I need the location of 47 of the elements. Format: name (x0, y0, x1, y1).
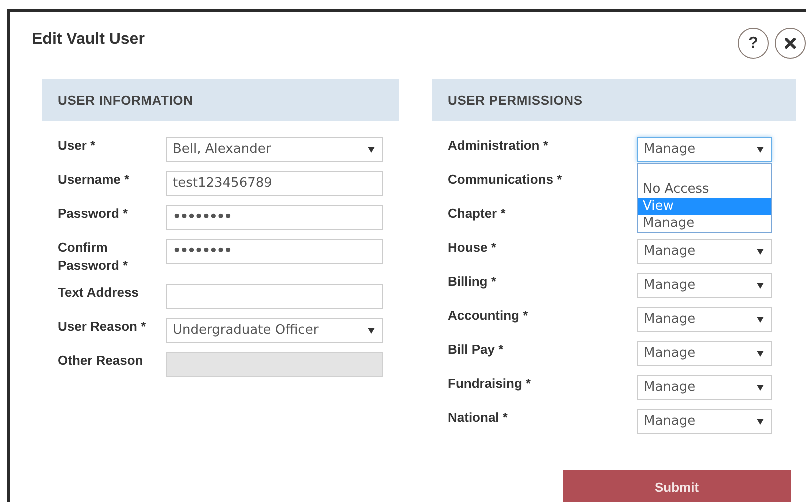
select-field[interactable]: Manage (637, 273, 772, 298)
caret-icon (368, 146, 375, 152)
field-label: Confirm Password * (58, 239, 130, 275)
permission-label: House * (448, 239, 498, 257)
caret-icon (368, 328, 375, 334)
caret-icon (757, 248, 764, 254)
permission-label: Accounting * (448, 307, 530, 325)
submit-button[interactable]: Submit (563, 470, 791, 502)
select-field[interactable]: Manage (637, 239, 772, 264)
select-field[interactable]: Manage (637, 307, 772, 332)
select-field[interactable]: Manage (637, 375, 772, 400)
permission-label: Administration * (448, 137, 550, 155)
field-label: User Reason * (58, 318, 148, 336)
help-button[interactable]: ? (738, 28, 769, 59)
dialog-title: Edit Vault User (32, 31, 145, 50)
permission-label: National * (448, 409, 509, 427)
permission-label: Communications * (448, 171, 564, 189)
dropdown-option[interactable]: No Access (638, 181, 771, 198)
field-label: Text Address (58, 284, 140, 302)
caret-icon (757, 146, 764, 152)
close-button[interactable] (775, 28, 806, 59)
field-label: Username * (58, 171, 131, 189)
field-label: Other Reason (58, 352, 144, 370)
select-field[interactable]: Bell, Alexander (166, 137, 383, 162)
field-label: Password * (58, 205, 130, 223)
select-field[interactable]: Manage (637, 341, 772, 366)
password-field[interactable]: •••••••• (166, 239, 383, 264)
caret-icon (757, 384, 764, 390)
field-label: User * (58, 137, 97, 155)
dropdown-option[interactable]: Manage (638, 215, 771, 232)
caret-icon (757, 316, 764, 322)
permission-label: Fundraising * (448, 375, 532, 393)
permission-label: Billing * (448, 273, 498, 291)
caret-icon (757, 418, 764, 424)
select-field[interactable]: Undergraduate Officer (166, 318, 383, 343)
input-field[interactable]: test123456789 (166, 171, 383, 196)
permission-label: Bill Pay * (448, 341, 505, 359)
section-header: USER INFORMATION (42, 79, 399, 121)
select-field[interactable]: Manage (637, 409, 772, 434)
caret-icon (757, 282, 764, 288)
select-field[interactable]: Manage (637, 137, 772, 162)
close-icon (785, 38, 796, 49)
section-header: USER PERMISSIONS (432, 79, 796, 121)
caret-icon (757, 350, 764, 356)
permission-label: Chapter * (448, 205, 507, 223)
password-field[interactable]: •••••••• (166, 205, 383, 230)
input-field[interactable] (166, 284, 383, 309)
